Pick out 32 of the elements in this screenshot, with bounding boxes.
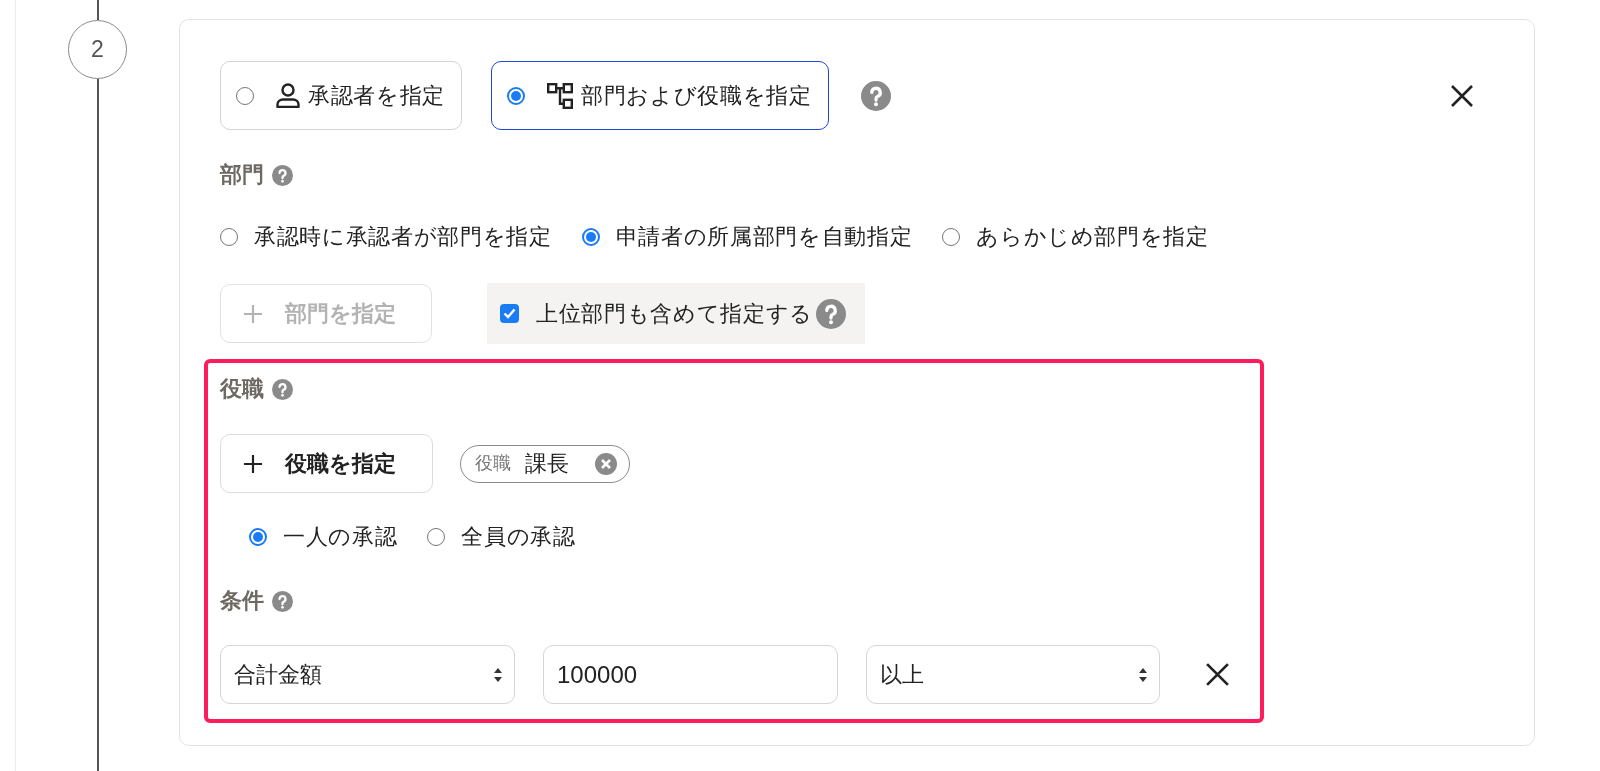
department-mode-option[interactable]: あらかじめ部門を指定 [942, 225, 1209, 249]
add-position-button[interactable]: 役職を指定 [220, 434, 433, 493]
help-icon[interactable] [815, 298, 846, 329]
approval-mode-option[interactable]: 一人の承認 [249, 525, 398, 549]
department-mode-option[interactable]: 承認時に承認者が部門を指定 [220, 225, 552, 249]
tag-category: 役職 [475, 452, 511, 475]
remove-icon[interactable] [595, 452, 617, 475]
step-number: 2 [68, 20, 127, 79]
plus-icon [243, 453, 263, 474]
approver-type-option[interactable]: 部門および役職を指定 [490, 61, 829, 130]
help-icon[interactable] [272, 590, 293, 612]
department-label: 部門 [220, 163, 264, 187]
amount-input[interactable]: 100000 [543, 645, 838, 704]
plus-icon [243, 303, 263, 324]
help-icon[interactable] [272, 378, 293, 400]
person-icon [276, 83, 300, 108]
position-label: 役職 [220, 377, 264, 401]
hierarchy-icon [546, 82, 573, 109]
operator-select[interactable]: 以上 [866, 645, 1160, 704]
help-icon[interactable] [860, 80, 891, 111]
conditions-label: 条件 [220, 589, 264, 613]
help-icon[interactable] [272, 164, 293, 186]
select-arrows-icon [494, 667, 502, 682]
select-arrows-icon [1139, 667, 1147, 682]
approval-mode-option[interactable]: 全員の承認 [427, 525, 576, 549]
close-icon[interactable] [1205, 662, 1230, 687]
department-mode-option[interactable]: 申請者の所属部門を自動指定 [581, 225, 913, 249]
field-select[interactable]: 合計金額 [220, 645, 515, 704]
tag-value: 課長 [525, 450, 569, 478]
approver-type-option[interactable]: 承認者を指定 [220, 61, 462, 130]
include-parent-option[interactable]: 上位部門も含めて指定する [487, 283, 865, 344]
close-icon[interactable] [1450, 83, 1474, 108]
